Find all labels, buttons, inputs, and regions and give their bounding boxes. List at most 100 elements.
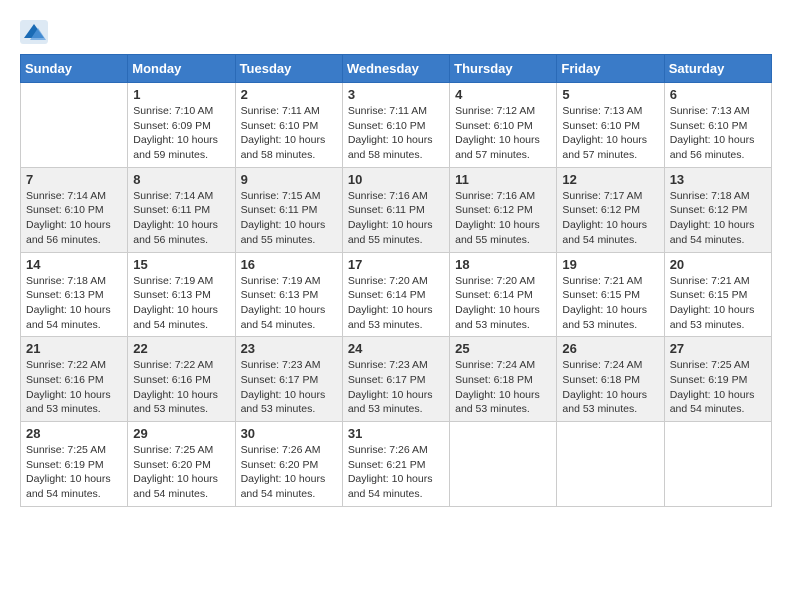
calendar-cell: 4 Sunrise: 7:12 AMSunset: 6:10 PMDaylight…: [450, 83, 557, 168]
day-info: Sunrise: 7:11 AMSunset: 6:10 PMDaylight:…: [241, 104, 337, 163]
calendar-cell: 19 Sunrise: 7:21 AMSunset: 6:15 PMDayligh…: [557, 252, 664, 337]
calendar-cell: 15 Sunrise: 7:19 AMSunset: 6:13 PMDayligh…: [128, 252, 235, 337]
day-number: 25: [455, 341, 551, 356]
day-info: Sunrise: 7:14 AMSunset: 6:11 PMDaylight:…: [133, 189, 229, 248]
day-number: 20: [670, 257, 766, 272]
day-number: 5: [562, 87, 658, 102]
day-number: 17: [348, 257, 444, 272]
day-number: 18: [455, 257, 551, 272]
day-info: Sunrise: 7:16 AMSunset: 6:11 PMDaylight:…: [348, 189, 444, 248]
day-of-week-header: Tuesday: [235, 55, 342, 83]
calendar-cell: [21, 83, 128, 168]
day-info: Sunrise: 7:24 AMSunset: 6:18 PMDaylight:…: [455, 358, 551, 417]
calendar-cell: 11Sunrise: 7:16 AMSunset: 6:12 PMDayligh…: [450, 167, 557, 252]
day-number: 1: [133, 87, 229, 102]
calendar-cell: 7 Sunrise: 7:14 AMSunset: 6:10 PMDaylight…: [21, 167, 128, 252]
calendar-cell: 31 Sunrise: 7:26 AMSunset: 6:21 PMDayligh…: [342, 422, 449, 507]
day-number: 7: [26, 172, 122, 187]
calendar-cell: 14 Sunrise: 7:18 AMSunset: 6:13 PMDayligh…: [21, 252, 128, 337]
calendar-week-row: 1 Sunrise: 7:10 AMSunset: 6:09 PMDaylight…: [21, 83, 772, 168]
day-info: Sunrise: 7:11 AMSunset: 6:10 PMDaylight:…: [348, 104, 444, 163]
calendar-week-row: 7 Sunrise: 7:14 AMSunset: 6:10 PMDaylight…: [21, 167, 772, 252]
day-info: Sunrise: 7:18 AMSunset: 6:12 PMDaylight:…: [670, 189, 766, 248]
day-number: 27: [670, 341, 766, 356]
day-info: Sunrise: 7:19 AMSunset: 6:13 PMDaylight:…: [241, 274, 337, 333]
calendar-cell: 6 Sunrise: 7:13 AMSunset: 6:10 PMDaylight…: [664, 83, 771, 168]
logo: [20, 20, 52, 44]
day-of-week-header: Thursday: [450, 55, 557, 83]
day-number: 24: [348, 341, 444, 356]
day-info: Sunrise: 7:18 AMSunset: 6:13 PMDaylight:…: [26, 274, 122, 333]
calendar-cell: 24 Sunrise: 7:23 AMSunset: 6:17 PMDayligh…: [342, 337, 449, 422]
page-header: [20, 20, 772, 44]
calendar-cell: 5 Sunrise: 7:13 AMSunset: 6:10 PMDaylight…: [557, 83, 664, 168]
calendar-cell: 10 Sunrise: 7:16 AMSunset: 6:11 PMDayligh…: [342, 167, 449, 252]
day-info: Sunrise: 7:22 AMSunset: 6:16 PMDaylight:…: [26, 358, 122, 417]
day-number: 31: [348, 426, 444, 441]
day-info: Sunrise: 7:25 AMSunset: 6:20 PMDaylight:…: [133, 443, 229, 502]
calendar-cell: 23 Sunrise: 7:23 AMSunset: 6:17 PMDayligh…: [235, 337, 342, 422]
calendar-table: SundayMondayTuesdayWednesdayThursdayFrid…: [20, 54, 772, 507]
calendar-header-row: SundayMondayTuesdayWednesdayThursdayFrid…: [21, 55, 772, 83]
day-number: 29: [133, 426, 229, 441]
calendar-cell: 18 Sunrise: 7:20 AMSunset: 6:14 PMDayligh…: [450, 252, 557, 337]
day-number: 11: [455, 172, 551, 187]
day-number: 22: [133, 341, 229, 356]
calendar-cell: 26Sunrise: 7:24 AMSunset: 6:18 PMDayligh…: [557, 337, 664, 422]
calendar-cell: 2 Sunrise: 7:11 AMSunset: 6:10 PMDaylight…: [235, 83, 342, 168]
day-number: 23: [241, 341, 337, 356]
calendar-cell: 13 Sunrise: 7:18 AMSunset: 6:12 PMDayligh…: [664, 167, 771, 252]
calendar-cell: 28Sunrise: 7:25 AMSunset: 6:19 PMDayligh…: [21, 422, 128, 507]
day-of-week-header: Friday: [557, 55, 664, 83]
calendar-cell: 21 Sunrise: 7:22 AMSunset: 6:16 PMDayligh…: [21, 337, 128, 422]
calendar-cell: 9 Sunrise: 7:15 AMSunset: 6:11 PMDaylight…: [235, 167, 342, 252]
day-of-week-header: Saturday: [664, 55, 771, 83]
day-number: 2: [241, 87, 337, 102]
day-number: 9: [241, 172, 337, 187]
day-info: Sunrise: 7:12 AMSunset: 6:10 PMDaylight:…: [455, 104, 551, 163]
day-number: 13: [670, 172, 766, 187]
calendar-cell: 17 Sunrise: 7:20 AMSunset: 6:14 PMDayligh…: [342, 252, 449, 337]
calendar-cell: 27 Sunrise: 7:25 AMSunset: 6:19 PMDayligh…: [664, 337, 771, 422]
calendar-cell: 1 Sunrise: 7:10 AMSunset: 6:09 PMDaylight…: [128, 83, 235, 168]
logo-icon: [20, 20, 48, 44]
day-info: Sunrise: 7:10 AMSunset: 6:09 PMDaylight:…: [133, 104, 229, 163]
day-number: 10: [348, 172, 444, 187]
day-info: Sunrise: 7:20 AMSunset: 6:14 PMDaylight:…: [348, 274, 444, 333]
day-of-week-header: Sunday: [21, 55, 128, 83]
day-of-week-header: Monday: [128, 55, 235, 83]
day-number: 21: [26, 341, 122, 356]
calendar-cell: 16Sunrise: 7:19 AMSunset: 6:13 PMDayligh…: [235, 252, 342, 337]
day-info: Sunrise: 7:25 AMSunset: 6:19 PMDaylight:…: [670, 358, 766, 417]
day-info: Sunrise: 7:13 AMSunset: 6:10 PMDaylight:…: [670, 104, 766, 163]
day-info: Sunrise: 7:21 AMSunset: 6:15 PMDaylight:…: [562, 274, 658, 333]
day-info: Sunrise: 7:21 AMSunset: 6:15 PMDaylight:…: [670, 274, 766, 333]
day-info: Sunrise: 7:13 AMSunset: 6:10 PMDaylight:…: [562, 104, 658, 163]
day-number: 8: [133, 172, 229, 187]
day-info: Sunrise: 7:23 AMSunset: 6:17 PMDaylight:…: [241, 358, 337, 417]
calendar-week-row: 14 Sunrise: 7:18 AMSunset: 6:13 PMDayligh…: [21, 252, 772, 337]
day-info: Sunrise: 7:19 AMSunset: 6:13 PMDaylight:…: [133, 274, 229, 333]
day-number: 15: [133, 257, 229, 272]
calendar-cell: [664, 422, 771, 507]
calendar-cell: 25 Sunrise: 7:24 AMSunset: 6:18 PMDayligh…: [450, 337, 557, 422]
day-of-week-header: Wednesday: [342, 55, 449, 83]
day-info: Sunrise: 7:15 AMSunset: 6:11 PMDaylight:…: [241, 189, 337, 248]
day-info: Sunrise: 7:14 AMSunset: 6:10 PMDaylight:…: [26, 189, 122, 248]
calendar-cell: 12Sunrise: 7:17 AMSunset: 6:12 PMDayligh…: [557, 167, 664, 252]
day-info: Sunrise: 7:20 AMSunset: 6:14 PMDaylight:…: [455, 274, 551, 333]
day-number: 19: [562, 257, 658, 272]
calendar-cell: 8 Sunrise: 7:14 AMSunset: 6:11 PMDaylight…: [128, 167, 235, 252]
day-number: 30: [241, 426, 337, 441]
calendar-cell: 3Sunrise: 7:11 AMSunset: 6:10 PMDaylight…: [342, 83, 449, 168]
calendar-cell: 30Sunrise: 7:26 AMSunset: 6:20 PMDayligh…: [235, 422, 342, 507]
calendar-body: 1 Sunrise: 7:10 AMSunset: 6:09 PMDaylight…: [21, 83, 772, 507]
day-number: 14: [26, 257, 122, 272]
calendar-cell: [450, 422, 557, 507]
day-info: Sunrise: 7:23 AMSunset: 6:17 PMDaylight:…: [348, 358, 444, 417]
calendar-cell: 22Sunrise: 7:22 AMSunset: 6:16 PMDayligh…: [128, 337, 235, 422]
day-number: 4: [455, 87, 551, 102]
day-number: 6: [670, 87, 766, 102]
calendar-week-row: 21 Sunrise: 7:22 AMSunset: 6:16 PMDayligh…: [21, 337, 772, 422]
day-info: Sunrise: 7:26 AMSunset: 6:21 PMDaylight:…: [348, 443, 444, 502]
